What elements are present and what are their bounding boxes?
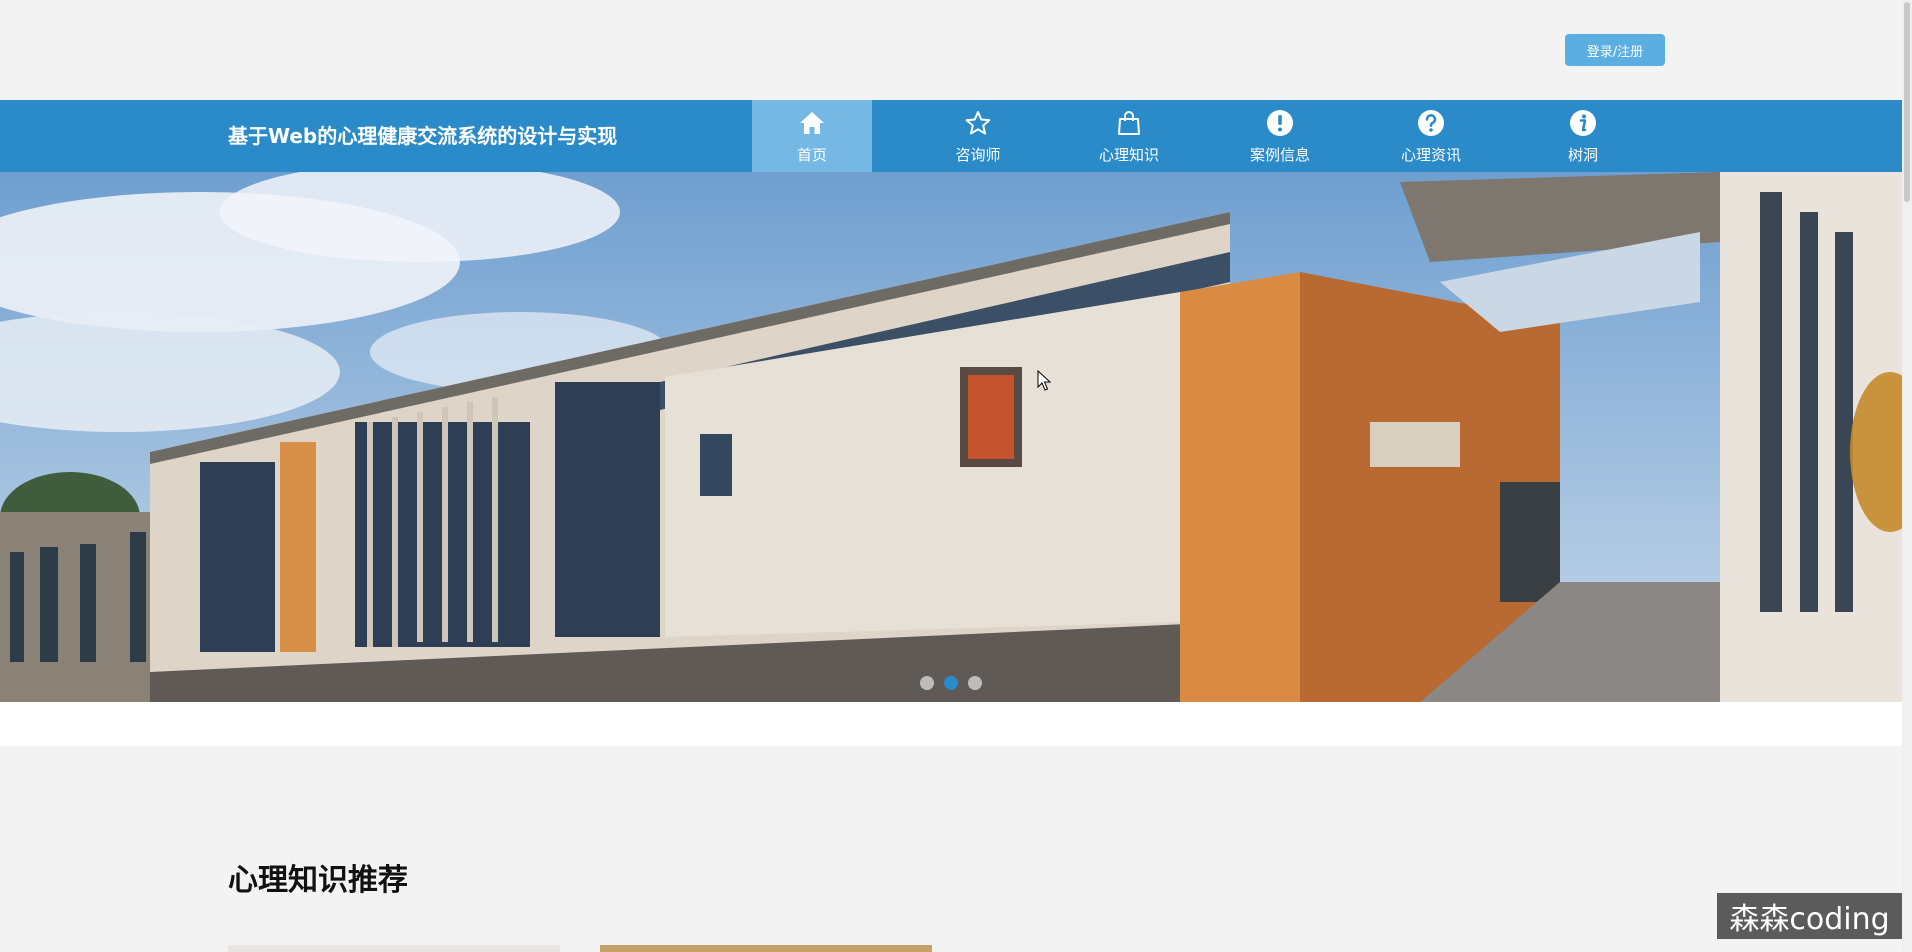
- slide-dot-active[interactable]: [944, 676, 958, 690]
- nav-item-tree-hole[interactable]: 树洞: [1523, 100, 1643, 172]
- nav-item-label: 咨询师: [955, 146, 1001, 164]
- banner-image: [0, 172, 1902, 702]
- info-icon: [1570, 110, 1596, 136]
- knowledge-section-title: 心理知识推荐: [228, 863, 408, 898]
- nav-item-counselor[interactable]: 咨询师: [918, 100, 1038, 172]
- nav-item-home[interactable]: 首页: [752, 100, 872, 172]
- banner-bottom-strip: [0, 702, 1902, 746]
- hero-banner[interactable]: [0, 172, 1902, 702]
- bag-icon: [1118, 111, 1140, 135]
- scrollbar-thumb[interactable]: [1904, 2, 1910, 202]
- nav-item-news[interactable]: 心理资讯: [1371, 100, 1491, 172]
- nav-item-label: 心理知识: [1098, 146, 1159, 164]
- slide-indicators: [920, 676, 982, 692]
- question-icon: [1418, 110, 1444, 136]
- login-register-button[interactable]: 登录/注册: [1565, 34, 1665, 66]
- knowledge-card[interactable]: [600, 945, 932, 952]
- nav-item-cases[interactable]: 案例信息: [1220, 100, 1340, 172]
- top-bar: 登录/注册: [0, 0, 1902, 100]
- slide-dot[interactable]: [968, 676, 982, 690]
- nav-item-label: 案例信息: [1249, 146, 1310, 164]
- nav-item-label: 首页: [796, 146, 827, 164]
- watermark: 森森coding: [1717, 893, 1902, 939]
- knowledge-card[interactable]: [228, 945, 560, 952]
- star-icon: [965, 111, 991, 135]
- slide-dot[interactable]: [920, 676, 934, 690]
- site-title: 基于Web的心理健康交流系统的设计与实现: [228, 124, 618, 148]
- mouse-cursor-icon: [1037, 370, 1051, 391]
- main-navbar: 基于Web的心理健康交流系统的设计与实现 首页 咨询师 心理知识 案例信息 心理…: [0, 100, 1902, 172]
- exclamation-icon: [1267, 110, 1293, 136]
- nav-item-knowledge[interactable]: 心理知识: [1069, 100, 1189, 172]
- page-scrollbar[interactable]: [1902, 0, 1912, 952]
- nav-item-label: 心理资讯: [1400, 146, 1461, 164]
- nav-item-label: 树洞: [1567, 146, 1598, 164]
- home-icon: [800, 112, 824, 134]
